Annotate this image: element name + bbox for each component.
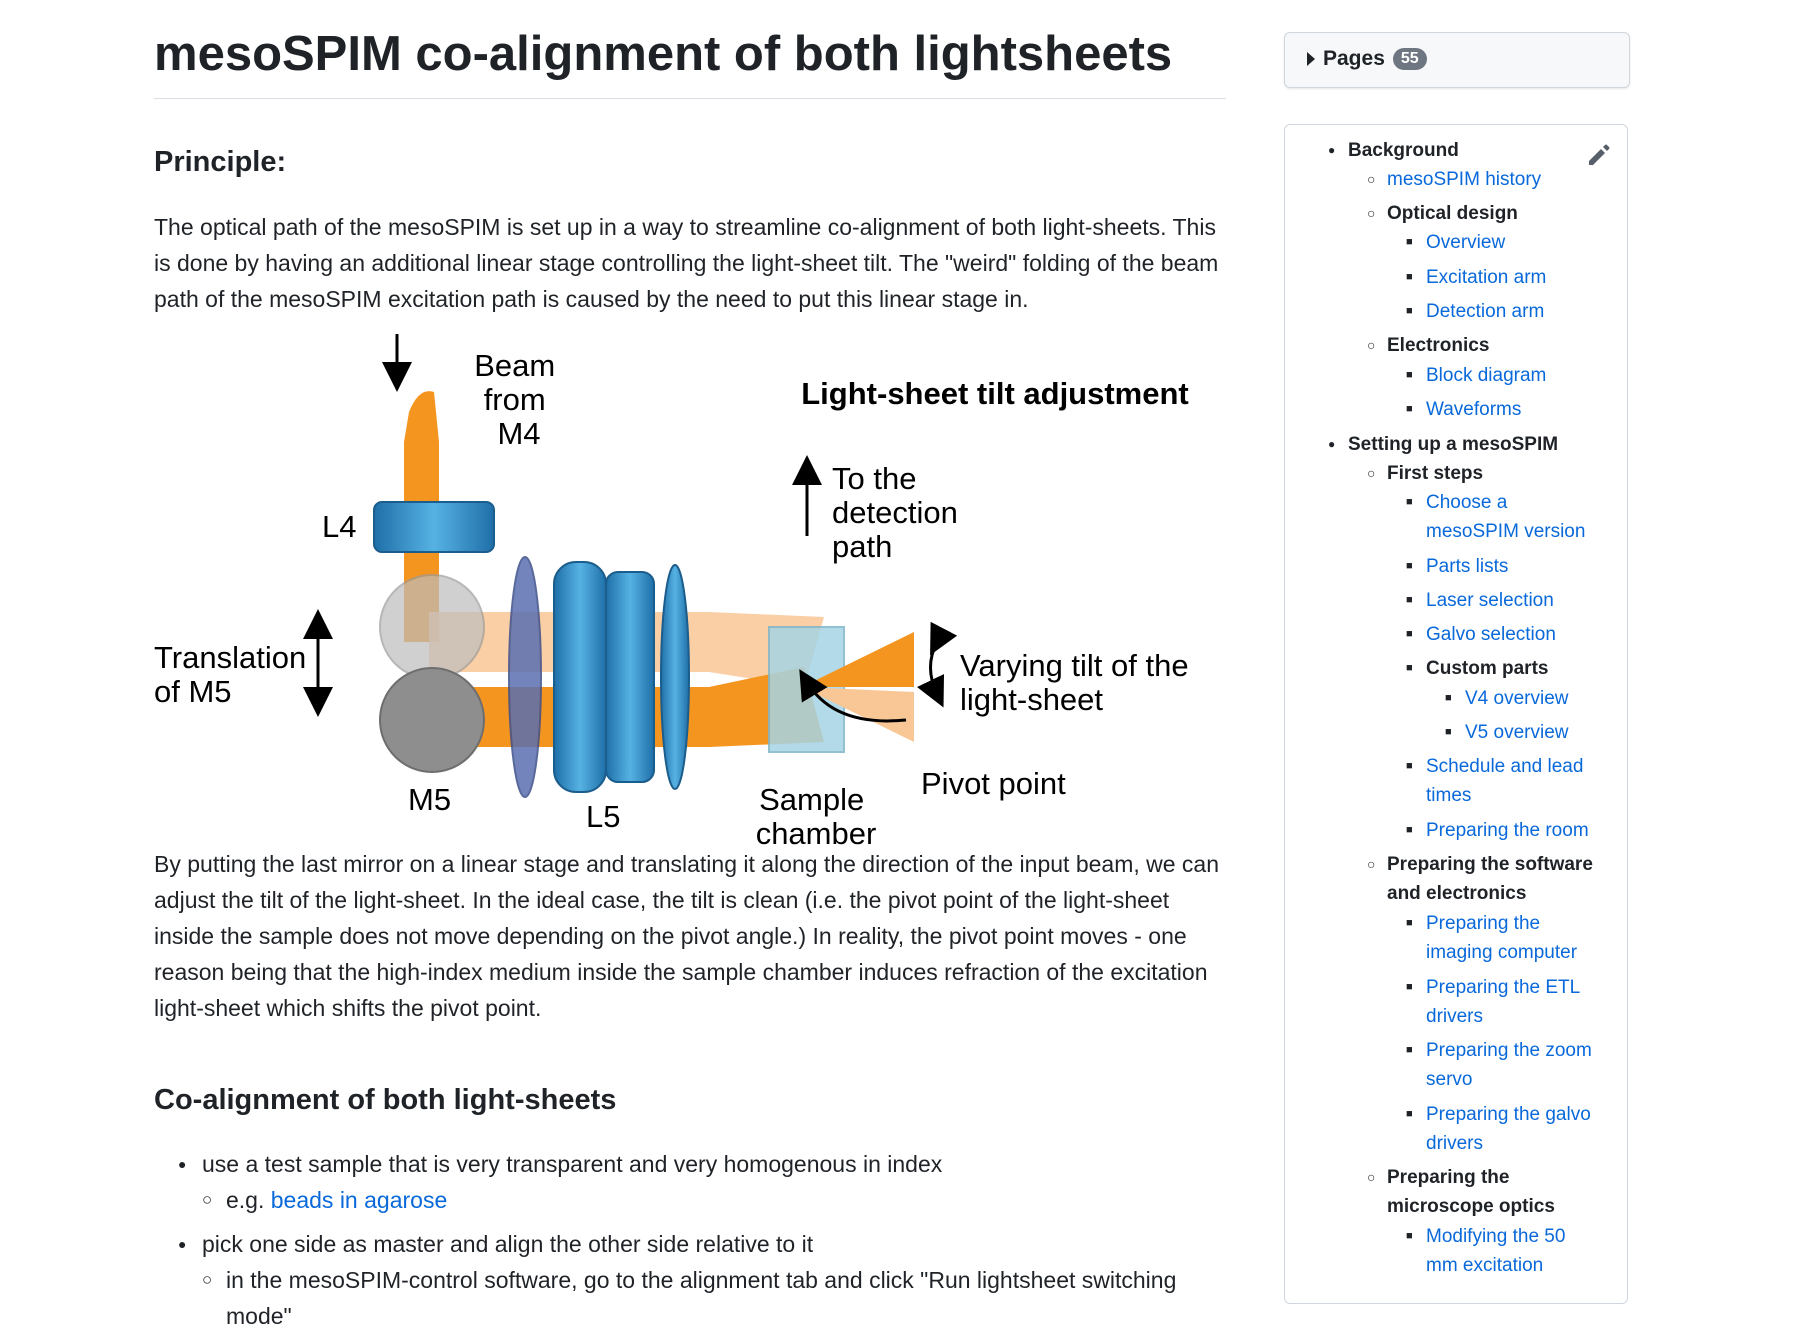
toc-modifying-cont[interactable]: mm excitation: [1426, 1251, 1543, 1280]
toc-preparing-etl[interactable]: Preparing the ETL: [1406, 973, 1580, 1002]
mirror-m5-lower: [379, 667, 485, 773]
label-pivot: Pivot point: [921, 766, 1066, 801]
lens-l4: [373, 501, 495, 553]
toc-choose-version[interactable]: Choose a: [1406, 488, 1507, 517]
pages-toggle[interactable]: Pages 55: [1307, 47, 1427, 71]
list-item: in the mesoSPIM-control software, go to …: [202, 1262, 1226, 1334]
list-item: pick one side as master and align the ot…: [154, 1226, 1226, 1334]
pages-label: Pages: [1323, 47, 1385, 70]
toc-detection-arm[interactable]: Detection arm: [1406, 297, 1544, 326]
wiki-content: mesoSPIM co-alignment of both lightsheet…: [154, 24, 1226, 1329]
toc-block-diagram[interactable]: Block diagram: [1406, 361, 1546, 390]
toc-preparing-optics: Preparing the: [1367, 1163, 1510, 1192]
tilt-adjustment-figure: Beam from M4 Light-sheet tilt adjustment…: [154, 332, 1226, 862]
toc-galvo-selection[interactable]: Galvo selection: [1406, 620, 1556, 649]
toc-preparing-zoom-cont[interactable]: servo: [1426, 1065, 1472, 1094]
label-l4: L4: [322, 509, 356, 544]
lens-l5-d: [660, 564, 690, 790]
label-beam: Beam from M4: [474, 348, 564, 451]
pages-count-badge: 55: [1392, 48, 1427, 70]
label-translation: Translation of M5: [154, 640, 315, 709]
toc-history[interactable]: mesoSPIM history: [1367, 165, 1541, 194]
toc-parts-lists[interactable]: Parts lists: [1406, 552, 1508, 581]
toc-preparing-imaging-cont[interactable]: imaging computer: [1426, 938, 1577, 967]
toc-preparing-imaging[interactable]: Preparing the: [1406, 909, 1540, 938]
toc-preparing-zoom[interactable]: Preparing the zoom: [1406, 1036, 1592, 1065]
page-title: mesoSPIM co-alignment of both lightsheet…: [154, 24, 1226, 100]
toc-preparing-software: Preparing the software: [1367, 850, 1593, 879]
toc-choose-version-cont[interactable]: mesoSPIM version: [1426, 517, 1585, 546]
lens-l5-c: [605, 571, 655, 783]
toc-overview[interactable]: Overview: [1406, 228, 1505, 257]
pencil-icon[interactable]: [1585, 141, 1611, 167]
label-sample: Sample chamber: [756, 782, 877, 851]
label-m5: M5: [408, 782, 451, 817]
caret-right-icon: [1307, 52, 1315, 66]
toc-custom-parts: Custom parts: [1406, 654, 1549, 683]
toc-electronics: Electronics: [1367, 331, 1490, 360]
toc-modifying[interactable]: Modifying the 50: [1406, 1222, 1565, 1251]
label-detection: To the detection path: [832, 461, 966, 564]
toc-preparing-galvo-cont[interactable]: drivers: [1426, 1129, 1483, 1158]
toc-preparing-optics-cont: microscope optics: [1387, 1196, 1555, 1217]
toc-optical-design: Optical design: [1367, 199, 1518, 228]
toc-background: Background: [1328, 136, 1459, 165]
toc-waveforms[interactable]: Waveforms: [1406, 395, 1521, 424]
pages-summary[interactable]: Pages 55: [1284, 32, 1630, 88]
beads-link[interactable]: beads in agarose: [271, 1187, 447, 1213]
label-l5: L5: [586, 799, 620, 834]
wiki-sidebar-toc: Background mesoSPIM history Optical desi…: [1284, 124, 1628, 1304]
toc-laser-selection[interactable]: Laser selection: [1406, 586, 1554, 615]
figure-title: Light-sheet tilt adjustment: [801, 376, 1189, 411]
toc-preparing-software-cont: and electronics: [1387, 883, 1527, 904]
list-item: use a test sample that is very transpare…: [154, 1146, 1226, 1218]
toc-v4-overview[interactable]: V4 overview: [1445, 684, 1568, 713]
toc-preparing-etl-cont[interactable]: drivers: [1426, 1002, 1483, 1031]
tilt-explanation-paragraph: By putting the last mirror on a linear s…: [154, 851, 1220, 1021]
toc-preparing-room[interactable]: Preparing the room: [1406, 816, 1589, 845]
coalign-heading: Co-alignment of both light-sheets: [154, 1084, 617, 1116]
coalign-steps: use a test sample that is very transpare…: [154, 1146, 1226, 1334]
toc-first-steps: First steps: [1367, 459, 1483, 488]
toc-v5-overview[interactable]: V5 overview: [1445, 718, 1568, 747]
intro-paragraph: The optical path of the mesoSPIM is set …: [154, 214, 1219, 312]
toc-excitation-arm[interactable]: Excitation arm: [1406, 263, 1546, 292]
principle-heading: Principle:: [154, 146, 287, 178]
arrow-tilt: [916, 621, 958, 708]
mirror-m5-upper: [379, 574, 485, 680]
lens-l5-a: [508, 556, 542, 798]
label-tilt: Varying tilt of the light-sheet: [960, 648, 1197, 717]
lens-l5-b: [553, 561, 607, 793]
toc-schedule[interactable]: Schedule and lead: [1406, 752, 1583, 781]
toc-schedule-cont[interactable]: times: [1426, 781, 1471, 810]
list-item: e.g. beads in agarose: [202, 1182, 1226, 1218]
toc-setting-up: Setting up a mesoSPIM: [1328, 430, 1558, 459]
toc-preparing-galvo[interactable]: Preparing the galvo: [1406, 1100, 1591, 1129]
